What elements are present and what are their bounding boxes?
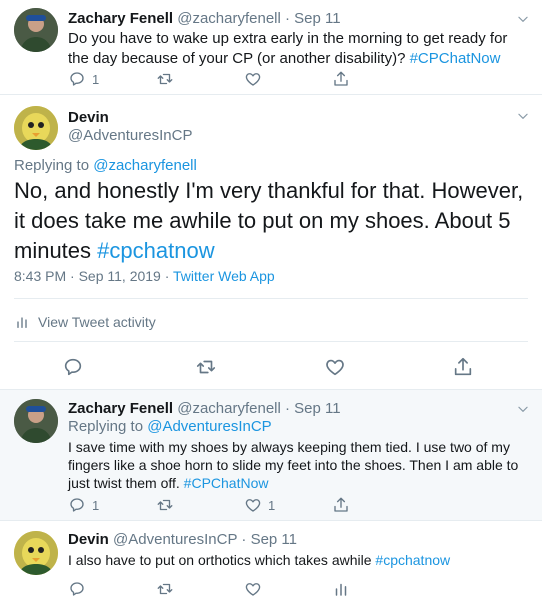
main-tweet-text: No, and honestly I'm very thankful for t… — [14, 178, 524, 263]
tweet-date[interactable]: Sep 11 — [251, 531, 297, 548]
reply-button[interactable] — [68, 578, 86, 600]
author-handle[interactable]: @zacharyfenell — [177, 400, 281, 417]
source-link[interactable]: Twitter Web App — [173, 268, 275, 284]
like-icon — [244, 70, 262, 88]
activity-button[interactable] — [332, 578, 350, 600]
replying-to-label: Replying to — [68, 418, 144, 435]
author-name[interactable]: Zachary Fenell — [68, 10, 173, 27]
hashtag-link[interactable]: #CPChatNow — [184, 475, 269, 491]
tweet-zachary-question[interactable]: Zachary Fenell @zacharyfenell · Sep 11 D… — [0, 0, 542, 95]
reply-count: 1 — [92, 497, 100, 513]
reply-button[interactable]: 1 — [68, 68, 99, 90]
author-name[interactable]: Devin — [68, 531, 109, 548]
retweet-icon — [156, 580, 174, 598]
like-icon — [244, 496, 262, 514]
replying-to-link[interactable]: @AdventuresInCP — [147, 418, 271, 435]
divider — [14, 341, 528, 342]
tweet-text: I save time with my shoes by always keep… — [68, 439, 519, 491]
author-handle[interactable]: @AdventuresInCP — [113, 531, 237, 548]
author-handle[interactable]: @zacharyfenell — [177, 10, 281, 27]
tweet-zachary-reply[interactable]: Zachary Fenell @zacharyfenell · Sep 11 R… — [0, 390, 542, 521]
retweet-icon — [156, 496, 174, 514]
reply-icon — [68, 70, 86, 88]
like-button[interactable] — [324, 356, 346, 378]
tweet-text: I also have to put on orthotics which ta… — [68, 552, 372, 568]
hashtag-link[interactable]: #cpchatnow — [97, 238, 214, 263]
retweet-icon — [156, 70, 174, 88]
avatar[interactable] — [14, 106, 58, 150]
view-tweet-activity-button[interactable]: View Tweet activity — [14, 314, 156, 330]
hashtag-link[interactable]: #cpchatnow — [375, 552, 450, 568]
reply-count: 1 — [92, 71, 100, 87]
chevron-down-icon[interactable] — [516, 402, 530, 416]
retweet-button[interactable] — [195, 356, 217, 378]
retweet-button[interactable] — [156, 578, 174, 600]
author-name[interactable]: Devin — [68, 109, 109, 126]
replying-to-label: Replying to — [14, 157, 90, 174]
tweet-devin-reply[interactable]: Devin @AdventuresInCP · Sep 11 I also ha… — [0, 521, 542, 603]
like-button[interactable] — [244, 68, 262, 90]
reply-button[interactable]: 1 — [68, 494, 99, 516]
share-button[interactable] — [452, 356, 474, 378]
like-icon — [324, 356, 346, 378]
activity-icon — [332, 580, 350, 598]
share-icon — [452, 356, 474, 378]
author-name[interactable]: Zachary Fenell — [68, 400, 173, 417]
like-icon — [244, 580, 262, 598]
share-button[interactable] — [332, 68, 350, 90]
reply-icon — [68, 496, 86, 514]
tweet-date[interactable]: Sep 11 — [294, 10, 340, 27]
avatar[interactable] — [14, 8, 58, 52]
chevron-down-icon[interactable] — [516, 109, 530, 123]
hashtag-link[interactable]: #CPChatNow — [410, 50, 501, 67]
like-button[interactable]: 1 — [244, 494, 275, 516]
share-icon — [332, 70, 350, 88]
reply-button[interactable] — [62, 356, 84, 378]
activity-icon — [14, 314, 30, 330]
retweet-icon — [195, 356, 217, 378]
share-button[interactable] — [332, 494, 350, 516]
like-count: 1 — [268, 497, 276, 513]
avatar[interactable] — [14, 399, 58, 443]
retweet-button[interactable] — [156, 68, 174, 90]
tweet-date[interactable]: Sep 11 — [294, 400, 340, 417]
retweet-button[interactable] — [156, 494, 174, 516]
author-handle[interactable]: @AdventuresInCP — [68, 127, 192, 144]
reply-icon — [68, 580, 86, 598]
share-icon — [332, 496, 350, 514]
divider — [14, 298, 528, 299]
replying-to-link[interactable]: @zacharyfenell — [93, 157, 197, 174]
tweet-timestamp: 8:43 PM · Sep 11, 2019 · Twitter Web App — [14, 268, 275, 284]
avatar[interactable] — [14, 531, 58, 575]
reply-icon — [62, 356, 84, 378]
chevron-down-icon[interactable] — [516, 12, 530, 26]
like-button[interactable] — [244, 578, 262, 600]
